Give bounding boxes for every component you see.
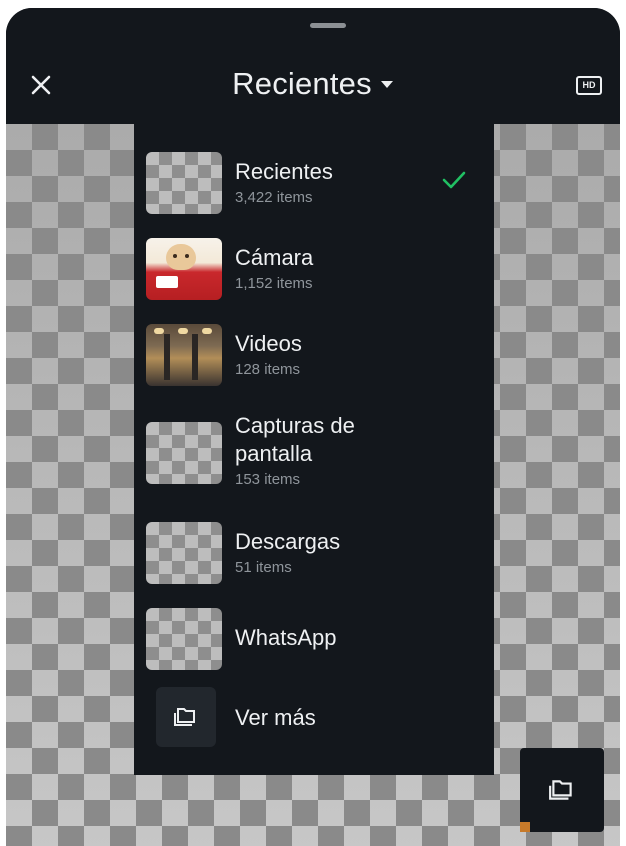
album-thumbnail xyxy=(146,324,222,386)
see-more-button[interactable]: Ver más xyxy=(134,684,494,750)
album-name: Cámara xyxy=(235,245,314,270)
folder-icon xyxy=(174,708,195,726)
album-selector-button[interactable]: Recientes xyxy=(206,62,420,106)
hd-icon: HD xyxy=(576,75,602,95)
album-thumbnail xyxy=(146,238,222,300)
album-thumbnail xyxy=(146,522,222,584)
caret-down-icon xyxy=(380,81,393,88)
hd-quality-button[interactable]: HD xyxy=(574,74,604,96)
header: Recientes HD xyxy=(6,8,620,124)
see-more-label: Ver más xyxy=(235,705,316,730)
album-item-descargas[interactable]: Descargas 51 items xyxy=(134,518,494,588)
album-list: Recientes 3,422 items Cámara 1,152 items xyxy=(134,124,494,775)
album-count: 1,152 items xyxy=(235,275,313,292)
thumbnail-corner xyxy=(520,822,530,832)
album-picker-sheet: Recientes HD Recientes 3,422 items Cámar… xyxy=(6,8,620,846)
album-count: 128 items xyxy=(235,361,301,378)
album-thumbnail xyxy=(146,608,222,670)
page-title: Recientes xyxy=(232,66,372,101)
album-thumbnail xyxy=(146,152,222,214)
album-item-videos[interactable]: Videos 128 items xyxy=(134,318,494,388)
album-thumbnail xyxy=(146,422,222,484)
close-icon xyxy=(31,75,51,95)
folder-icon xyxy=(549,780,572,800)
album-name: Descargas xyxy=(235,529,341,554)
album-name: Capturas de pantalla xyxy=(235,413,355,466)
album-name: WhatsApp xyxy=(235,625,337,650)
check-icon xyxy=(442,171,466,189)
album-count: 3,422 items xyxy=(235,189,313,206)
album-count: 51 items xyxy=(235,559,292,576)
folder-button[interactable] xyxy=(520,748,604,832)
album-item-camara[interactable]: Cámara 1,152 items xyxy=(134,232,494,302)
close-button[interactable] xyxy=(26,70,56,100)
album-item-capturas[interactable]: Capturas de pantalla 153 items xyxy=(134,406,494,504)
album-item-recientes[interactable]: Recientes 3,422 items xyxy=(134,148,494,218)
album-item-whatsapp[interactable]: WhatsApp xyxy=(134,602,494,672)
album-name: Recientes xyxy=(235,159,333,184)
folder-icon-box xyxy=(156,687,216,747)
album-count: 153 items xyxy=(235,471,301,488)
drag-handle[interactable] xyxy=(310,23,346,28)
album-name: Videos xyxy=(235,331,302,356)
